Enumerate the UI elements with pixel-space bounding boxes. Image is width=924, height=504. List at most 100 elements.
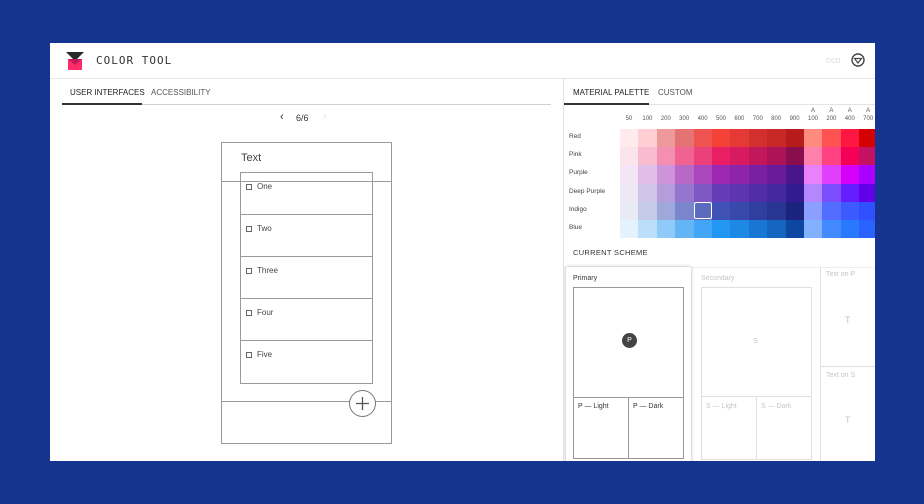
palette-swatch[interactable]: [822, 147, 842, 166]
next-page-button[interactable]: ›: [323, 111, 327, 123]
palette-swatch[interactable]: [620, 129, 639, 148]
palette-swatch[interactable]: [675, 165, 695, 185]
palette-swatch[interactable]: [804, 147, 823, 166]
palette-swatch[interactable]: [693, 183, 713, 203]
palette-swatch[interactable]: [693, 147, 713, 166]
palette-swatch[interactable]: [656, 165, 676, 185]
primary-swatch[interactable]: P: [573, 287, 684, 398]
primary-dark-swatch[interactable]: P — Dark: [628, 397, 684, 459]
palette-swatch[interactable]: [638, 165, 658, 185]
palette-swatch[interactable]: [767, 183, 787, 203]
palette-swatch[interactable]: [748, 220, 768, 238]
palette-swatch[interactable]: [620, 220, 639, 238]
secondary-swatch[interactable]: S: [701, 287, 812, 397]
palette-swatch[interactable]: [767, 220, 787, 238]
palette-swatch[interactable]: [785, 220, 805, 238]
palette-swatch[interactable]: [730, 147, 750, 166]
palette-swatch[interactable]: [656, 201, 676, 221]
palette-swatch[interactable]: [712, 201, 731, 221]
checkbox-icon[interactable]: [246, 352, 252, 358]
palette-swatch[interactable]: [712, 183, 731, 203]
list-item[interactable]: One: [241, 173, 372, 215]
palette-swatch[interactable]: [712, 220, 731, 238]
palette-swatch[interactable]: [804, 201, 823, 221]
palette-swatch[interactable]: [840, 183, 860, 203]
list-item[interactable]: Two: [241, 215, 372, 257]
tab-user-interfaces[interactable]: USER INTERFACES: [70, 88, 145, 97]
prev-page-button[interactable]: ‹: [280, 111, 284, 123]
palette-swatch[interactable]: [785, 147, 805, 166]
palette-swatch[interactable]: [785, 183, 805, 203]
checkbox-icon[interactable]: [246, 226, 252, 232]
palette-swatch[interactable]: [822, 165, 842, 185]
palette-swatch[interactable]: [712, 165, 731, 185]
palette-swatch[interactable]: [767, 165, 787, 185]
palette-swatch[interactable]: [748, 129, 768, 148]
palette-swatch[interactable]: [822, 201, 842, 221]
palette-swatch[interactable]: [822, 183, 842, 203]
palette-swatch[interactable]: [693, 165, 713, 185]
tab-material-palette[interactable]: MATERIAL PALETTE: [573, 88, 649, 97]
palette-swatch[interactable]: [840, 129, 860, 148]
palette-swatch[interactable]: [675, 201, 695, 221]
palette-swatch[interactable]: [748, 165, 768, 185]
palette-swatch[interactable]: [767, 129, 787, 148]
palette-swatch[interactable]: [785, 129, 805, 148]
palette-swatch[interactable]: [748, 201, 768, 221]
palette-swatch[interactable]: [656, 183, 676, 203]
palette-swatch[interactable]: [712, 147, 731, 166]
palette-swatch[interactable]: [822, 129, 842, 148]
palette-swatch[interactable]: [638, 183, 658, 203]
palette-swatch[interactable]: [620, 201, 639, 221]
palette-swatch[interactable]: [804, 183, 823, 203]
palette-swatch[interactable]: [859, 147, 875, 166]
palette-swatch[interactable]: [730, 129, 750, 148]
palette-swatch[interactable]: [656, 129, 676, 148]
palette-swatch[interactable]: [804, 220, 823, 238]
palette-swatch[interactable]: [748, 183, 768, 203]
palette-swatch[interactable]: [804, 165, 823, 185]
tab-custom[interactable]: CUSTOM: [658, 88, 693, 97]
palette-swatch[interactable]: [730, 201, 750, 221]
palette-swatch[interactable]: [804, 129, 823, 148]
palette-swatch[interactable]: [767, 147, 787, 166]
primary-scheme-card[interactable]: Primary P P — Light P — Dark: [566, 267, 691, 461]
palette-swatch[interactable]: [693, 220, 713, 238]
palette-swatch[interactable]: [767, 201, 787, 221]
palette-swatch[interactable]: [620, 165, 639, 185]
palette-swatch[interactable]: [785, 165, 805, 185]
palette-swatch[interactable]: [859, 129, 875, 148]
tab-accessibility[interactable]: ACCESSIBILITY: [151, 88, 211, 97]
palette-swatch[interactable]: [840, 165, 860, 185]
palette-swatch[interactable]: [785, 201, 805, 221]
palette-swatch[interactable]: [638, 147, 658, 166]
material-logo-icon[interactable]: [851, 53, 865, 67]
palette-swatch[interactable]: [840, 147, 860, 166]
palette-swatch[interactable]: [730, 220, 750, 238]
palette-swatch[interactable]: [859, 183, 875, 203]
checkbox-icon[interactable]: [246, 184, 252, 190]
palette-swatch[interactable]: [675, 129, 695, 148]
palette-swatch[interactable]: [675, 183, 695, 203]
palette-swatch[interactable]: [840, 201, 860, 221]
palette-swatch[interactable]: [620, 183, 639, 203]
checkbox-icon[interactable]: [246, 310, 252, 316]
text-on-s-swatch[interactable]: Text on S T: [820, 366, 875, 461]
text-on-p-swatch[interactable]: Text on P T: [820, 267, 875, 367]
palette-swatch[interactable]: [693, 129, 713, 148]
primary-light-swatch[interactable]: P — Light: [573, 397, 629, 459]
palette-swatch[interactable]: [822, 220, 842, 238]
palette-swatch[interactable]: [656, 147, 676, 166]
palette-swatch[interactable]: [675, 147, 695, 166]
palette-swatch[interactable]: [620, 147, 639, 166]
palette-swatch[interactable]: [859, 220, 875, 238]
palette-swatch[interactable]: [840, 220, 860, 238]
list-item[interactable]: Five: [241, 341, 372, 383]
checkbox-icon[interactable]: [246, 268, 252, 274]
secondary-dark-swatch[interactable]: S — Dark: [756, 396, 812, 460]
palette-swatch[interactable]: [748, 147, 768, 166]
palette-swatch[interactable]: [638, 129, 658, 148]
palette-swatch[interactable]: [859, 201, 875, 221]
palette-swatch[interactable]: [859, 165, 875, 185]
palette-swatch[interactable]: [675, 220, 695, 238]
